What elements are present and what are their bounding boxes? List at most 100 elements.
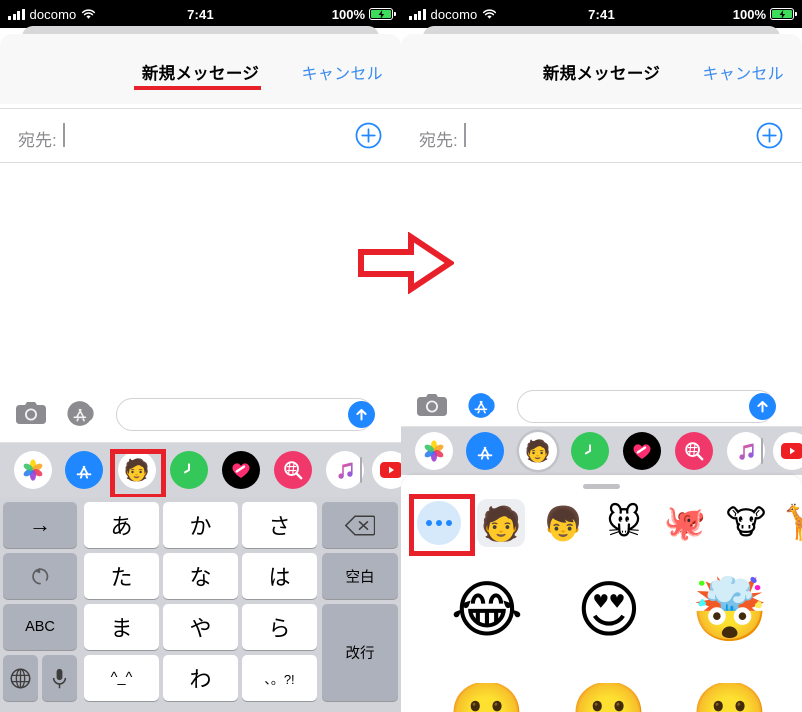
apple-pay-heart-icon [232,463,250,478]
memoji-sticker-mind-blown-glyph: 🤯 [691,573,769,646]
youtube-app-icon[interactable] [372,451,401,489]
animoji-mouse-glyph: 🐭 [606,503,642,543]
activity-app-icon[interactable] [571,432,609,470]
key-ma[interactable]: ま [84,604,159,650]
status-bar-right: 100% [331,0,396,28]
key-abc[interactable]: ABC [3,604,77,650]
key-ya[interactable]: や [163,604,238,650]
status-bar: docomo 7:41 100% [0,0,401,28]
key-dictation[interactable] [42,655,77,701]
images-search-app-icon[interactable] [274,451,312,489]
camera-icon[interactable] [417,394,447,417]
images-search-app-icon[interactable] [675,432,713,470]
japanese-keyboard[interactable]: → あ か さ た な は 空白 ABC ま や ら 改行 ^_^ わ 、。?! [0,497,401,712]
recipient-label: 宛先: [18,131,57,150]
app-store-glyph-icon [477,446,493,460]
drag-handle[interactable] [583,484,620,489]
globe-icon [10,668,31,688]
plus-circle-icon[interactable] [355,122,382,149]
imessage-app-drawer[interactable]: 🧑 [0,443,401,497]
send-arrow-up-icon [757,400,768,413]
cancel-button[interactable]: キャンセル [301,60,383,84]
apple-pay-app-icon[interactable] [623,432,661,470]
apple-pay-app-icon[interactable] [222,451,260,489]
key-globe[interactable] [3,655,38,701]
key-arrow-right[interactable]: → [3,502,77,548]
key-ra[interactable]: ら [242,604,317,650]
navigation-bar: 新規メッセージ キャンセル [401,34,802,104]
memoji-app-icon[interactable]: 🧑 [118,451,156,489]
screenshot-stage: docomo 7:41 100% 新規メッセージ キャンセル 宛先: 🧑 → あ… [0,0,802,712]
animoji-octopus[interactable]: 🐙 [661,499,709,547]
key-undo[interactable] [3,553,77,599]
images-search-icon [284,461,303,480]
app-store-app-icon[interactable] [65,451,103,489]
app-store-icon[interactable] [67,399,96,428]
battery-percent-label: 100% [331,6,365,22]
key-space[interactable]: 空白 [322,553,398,599]
music-app-icon[interactable] [326,451,364,489]
memoji-app-icon[interactable]: 🧑 [519,432,557,470]
apple-pay-heart-icon [633,444,651,459]
photos-app-icon[interactable] [14,451,52,489]
app-store-app-icon[interactable] [466,432,504,470]
battery-charging-icon [369,8,396,20]
memoji-sticker-row2-1[interactable]: 🙂 [437,683,537,712]
send-button[interactable] [348,401,375,428]
memoji-character-2[interactable]: 👦 [539,499,587,547]
key-ta[interactable]: た [84,553,159,599]
memoji-sticker-row2-3[interactable]: 🙂 [680,683,780,712]
camera-icon[interactable] [16,402,46,425]
key-return[interactable]: 改行 [322,604,398,701]
youtube-app-icon[interactable] [773,432,802,470]
music-app-icon[interactable] [727,432,765,470]
app-drawer-divider [360,457,362,483]
right-arrow-annotation-icon [358,231,456,295]
battery-charging-icon [770,8,797,20]
activity-app-icon[interactable] [170,451,208,489]
memoji-sticker-mind-blown[interactable]: 🤯 [680,567,780,653]
send-button[interactable] [749,393,776,420]
key-ka[interactable]: か [163,502,238,548]
animoji-cow[interactable]: 🐮 [722,499,770,547]
memoji-more-options-button[interactable] [417,501,461,545]
memoji-character-1[interactable]: 🧑 [477,499,525,547]
youtube-glyph-icon [781,443,802,459]
key-backspace[interactable] [322,502,398,548]
photos-flower-icon [424,440,444,462]
key-na[interactable]: な [163,553,238,599]
imessage-app-drawer[interactable]: 🧑 [401,427,802,475]
activity-clock-icon [581,442,599,460]
animoji-giraffe[interactable]: 🦒 [779,499,802,547]
memoji-sticker-laughing-tears[interactable]: 😂 [437,567,537,653]
photos-flower-icon [23,459,43,481]
message-input[interactable] [517,390,775,423]
app-store-icon[interactable] [468,391,497,420]
key-ha[interactable]: は [242,553,317,599]
key-wa[interactable]: わ [163,655,238,701]
recipient-field[interactable]: 宛先: [0,108,401,163]
message-input[interactable] [116,398,374,431]
photos-app-icon[interactable] [415,432,453,470]
key-kaomoji[interactable]: ^_^ [84,655,159,701]
phone-screen-before: docomo 7:41 100% 新規メッセージ キャンセル 宛先: 🧑 → あ… [0,0,401,712]
key-sa[interactable]: さ [242,502,317,548]
animoji-octopus-glyph: 🐙 [663,503,707,543]
recipient-field[interactable]: 宛先: [401,108,802,163]
key-a[interactable]: あ [84,502,159,548]
memoji-sticker-heart-eyes[interactable]: 😍 [559,567,659,653]
cancel-button[interactable]: キャンセル [702,60,784,84]
memoji-picker-panel: 🧑 👦 🐭 🐙 🐮 🦒 😂 😍 🤯 [401,475,802,712]
animoji-cow-glyph: 🐮 [725,503,767,543]
music-note-icon [739,443,754,460]
send-arrow-up-icon [356,408,367,421]
memoji-sticker-heart-eyes-glyph: 😍 [576,573,642,646]
app-drawer-divider [761,438,763,464]
animoji-mouse[interactable]: 🐭 [600,499,648,547]
memoji-sticker-laughing-tears-glyph: 😂 [450,573,524,646]
plus-circle-icon[interactable] [756,122,783,149]
memoji-sticker-row2-2-glyph: 🙂 [570,683,647,712]
youtube-glyph-icon [380,462,401,478]
key-punctuation[interactable]: 、。?! [242,655,317,701]
memoji-sticker-row2-2[interactable]: 🙂 [559,683,659,712]
